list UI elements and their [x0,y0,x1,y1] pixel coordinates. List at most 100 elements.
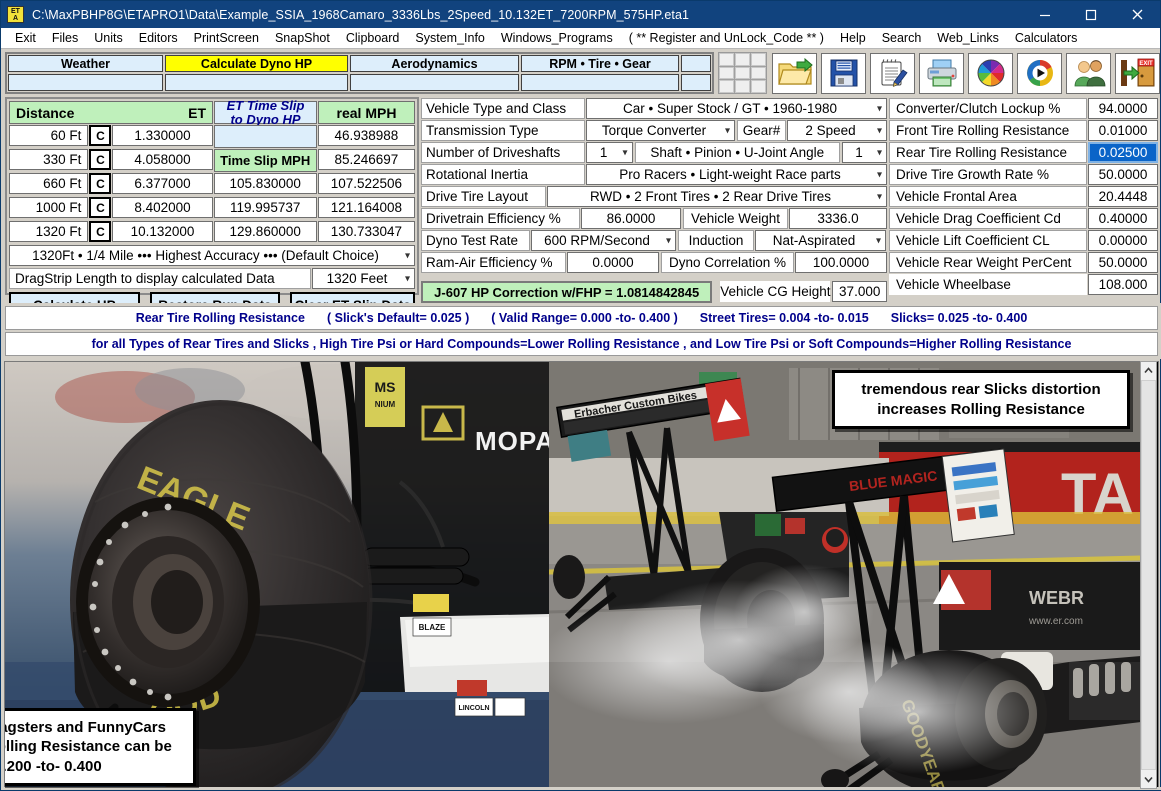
dyno-correlation-input[interactable]: 100.0000 [795,252,887,273]
gear-select[interactable]: 2 Speed ▾ [787,120,887,141]
vehicle-rear-weight-percent-input[interactable]: 50.0000 [1088,252,1158,273]
menu-item-editors[interactable]: Editors [131,28,186,49]
mini-cell[interactable] [750,53,766,66]
row-c-button[interactable]: C [89,221,112,242]
row-slip-value[interactable]: 129.860000 [213,221,317,242]
induction-select[interactable]: Nat-Aspirated ▾ [755,230,886,251]
scrollbar-thumb[interactable] [1141,380,1156,770]
tab-row2-1[interactable] [8,74,163,91]
mini-grid-selector[interactable] [717,52,767,94]
row-c-button[interactable]: C [89,125,112,146]
menu-item-exit[interactable]: Exit [7,28,44,49]
row-c-button[interactable]: C [89,173,112,194]
chevron-down-icon: ▾ [876,191,882,202]
row-et-value[interactable]: 6.377000 [112,173,213,194]
vehicle-drag-coefficient-input[interactable]: 0.40000 [1088,208,1158,229]
vehicle-weight-input[interactable]: 3336.0 [789,208,887,229]
menu-item-web-links[interactable]: Web_Links [929,28,1007,49]
menu-item-units[interactable]: Units [86,28,130,49]
scroll-down-icon[interactable] [1141,771,1156,788]
rotational-inertia-value: Pro Racers • Light-weight Race parts [619,167,841,182]
tab-row2-5[interactable] [681,74,711,91]
mini-cell[interactable] [718,53,734,66]
rear-weight-percent-row: Vehicle Rear Weight PerCent 50.0000 [889,252,1159,273]
users-icon[interactable] [1066,52,1111,94]
menu-item-search[interactable]: Search [874,28,930,49]
transmission-select[interactable]: Torque Converter ▾ [586,120,735,141]
tab-rpm-tire-gear[interactable]: RPM • Tire • Gear [521,55,679,72]
run-table-header-distance-et: Distance ET [9,101,214,124]
menu-item-system-info[interactable]: System_Info [407,28,492,49]
printer-icon[interactable] [919,52,964,94]
drive-tire-growth-input[interactable]: 50.0000 [1088,164,1158,185]
drivetrain-efficiency-label: Drivetrain Efficiency % [421,208,580,229]
tab-calculate-dyno-hp[interactable]: Calculate Dyno HP [165,55,348,72]
converter-lockup-row: Converter/Clutch Lockup % 94.0000 [889,98,1159,119]
tab-aerodynamics[interactable]: Aerodynamics [350,55,519,72]
vehicle-rear-weight-percent-label: Vehicle Rear Weight PerCent [889,252,1087,273]
close-button[interactable] [1114,1,1160,28]
mini-cell[interactable] [718,66,734,80]
rear-tire-rolling-resistance-input[interactable]: 0.02500 [1088,142,1158,163]
menu-item-clipboard[interactable]: Clipboard [338,28,408,49]
dragstrip-length-select[interactable]: 1320 Feet ▾ [312,268,415,289]
row-c-button[interactable]: C [89,149,112,170]
tab-row2-3[interactable] [350,74,519,91]
header-real-mph: real MPH [317,101,415,124]
save-floppy-icon[interactable] [821,52,866,94]
converter-lockup-input[interactable]: 94.0000 [1088,98,1158,119]
menu-item-snapshot[interactable]: SnapShot [267,28,338,49]
mini-cell[interactable] [734,53,750,66]
mini-cell[interactable] [734,66,750,80]
vehicle-frontal-area-input[interactable]: 20.4448 [1088,186,1158,207]
menu-item-calculators[interactable]: Calculators [1007,28,1086,49]
tab-weather[interactable]: Weather [8,55,163,72]
maximize-button[interactable] [1068,1,1114,28]
row-et-value[interactable]: 10.132000 [112,221,213,242]
open-folder-icon[interactable] [772,52,817,94]
color-wheel-icon[interactable] [968,52,1013,94]
row-slip-value[interactable]: 105.830000 [213,173,317,194]
app-icon-line1: ET [11,8,20,15]
media-play-icon[interactable] [1017,52,1062,94]
ujoint-angle-select[interactable]: 1 ▾ [842,142,887,163]
vehicle-lift-coefficient-input[interactable]: 0.00000 [1088,230,1158,251]
vehicle-wheelbase-input[interactable]: 108.000 [1088,274,1158,295]
driveshafts-select[interactable]: 1 ▾ [585,142,633,163]
accuracy-select[interactable]: 1320Ft • 1/4 Mile ••• Highest Accuracy •… [9,245,415,266]
mini-cell[interactable] [750,66,766,80]
tab-blank[interactable] [681,55,711,72]
menu-item-printscreen[interactable]: PrintScreen [186,28,267,49]
drivetrain-efficiency-input[interactable]: 86.0000 [581,208,681,229]
minimize-button[interactable] [1022,1,1068,28]
exit-door-icon[interactable]: EXIT [1115,52,1160,94]
dyno-test-rate-select[interactable]: 600 RPM/Second ▾ [531,230,676,251]
rotational-inertia-select[interactable]: Pro Racers • Light-weight Race parts ▾ [586,164,887,185]
menu-item-register-unlock[interactable]: ( ** Register and UnLock_Code ** ) [621,28,832,49]
photo-vertical-scrollbar[interactable] [1140,361,1157,789]
row-mph-value: 130.733047 [317,221,415,242]
row-c-button[interactable]: C [89,197,112,218]
info-line-2: for all Types of Rear Tires and Slicks ,… [5,332,1158,356]
row-et-value[interactable]: 4.058000 [112,149,213,170]
chevron-down-icon: ▾ [876,125,882,136]
drive-tire-layout-select[interactable]: RWD • 2 Front Tires • 2 Rear Drive Tires… [547,186,887,207]
ujoint-angle-value: 1 [855,145,863,160]
menu-item-windows-programs[interactable]: Windows_Programs [493,28,621,49]
menu-item-help[interactable]: Help [832,28,874,49]
row-slip-value[interactable]: 119.995737 [213,197,317,218]
notepad-edit-icon[interactable] [870,52,915,94]
menu-item-files[interactable]: Files [44,28,86,49]
scroll-up-icon[interactable] [1141,362,1156,379]
vehicle-cg-height-input[interactable]: 37.000 [832,281,887,302]
mini-cell[interactable] [718,80,734,93]
tab-row2-4[interactable] [521,74,679,91]
row-et-value[interactable]: 1.330000 [112,125,213,146]
front-tire-rolling-resistance-input[interactable]: 0.01000 [1088,120,1158,141]
mini-cell[interactable] [734,80,750,93]
row-et-value[interactable]: 8.402000 [112,197,213,218]
tab-row2-2[interactable] [165,74,348,91]
mini-cell[interactable] [750,80,766,93]
vehicle-type-select[interactable]: Car • Super Stock / GT • 1960-1980 ▾ [586,98,887,119]
ram-air-efficiency-input[interactable]: 0.0000 [567,252,659,273]
